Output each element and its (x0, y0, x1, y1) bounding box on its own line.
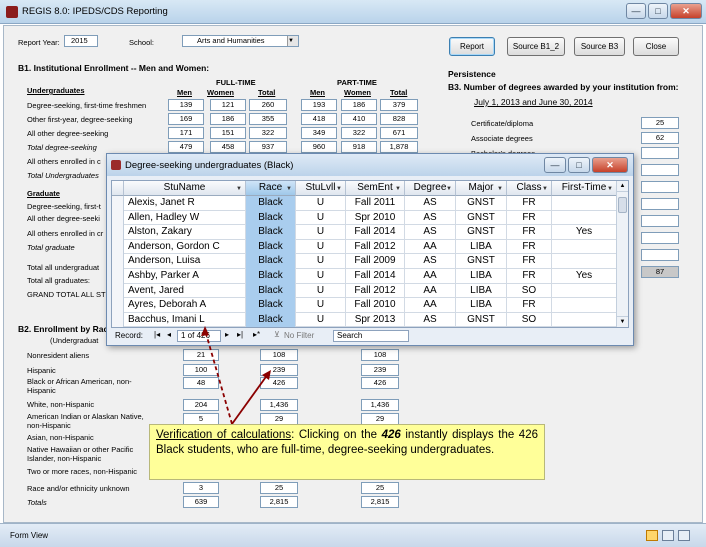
status-bar: Form View (0, 523, 706, 547)
status-view-label: Form View (10, 531, 49, 540)
arrow-line-popup (204, 329, 233, 425)
arrow-head-popup (201, 326, 209, 336)
form-view-icon[interactable] (646, 530, 658, 541)
note-number: 426 (381, 429, 401, 441)
note-text-a: : Clicking on the (291, 429, 382, 441)
design-view-icon[interactable] (678, 530, 690, 541)
layout-view-icon[interactable] (662, 530, 674, 541)
arrow-line-cell (231, 373, 269, 425)
arrow-head-cell (262, 370, 271, 380)
annotation-note: Verification of calculations: Clicking o… (149, 424, 545, 480)
note-lead: Verification of calculations (156, 429, 292, 441)
